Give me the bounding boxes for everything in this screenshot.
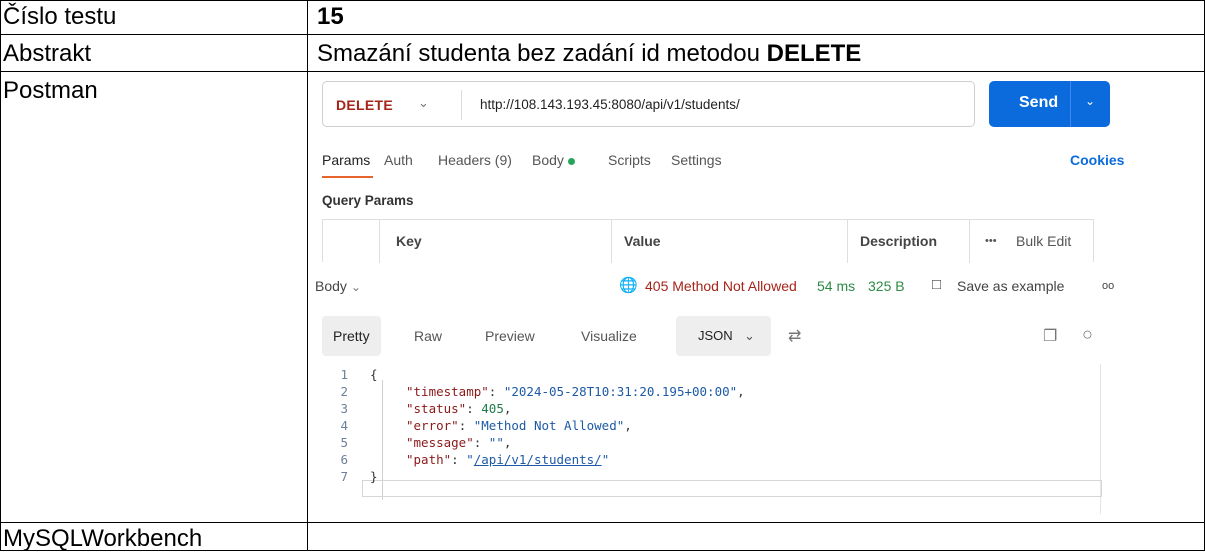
response-view-tabs: Pretty Raw Preview Visualize JSON ⌄ ⇄ ❐ ○ <box>322 316 1112 356</box>
tab-params[interactable]: Params <box>322 152 370 168</box>
json-key: "message" <box>406 435 474 450</box>
cookies-link[interactable]: Cookies <box>1070 152 1124 168</box>
line-number: 7 <box>340 469 348 484</box>
response-time[interactable]: 54 ms <box>817 278 855 294</box>
json-key: "error" <box>406 418 459 433</box>
tab-raw[interactable]: Raw <box>414 316 442 356</box>
column-divider <box>611 220 612 263</box>
path-link[interactable]: /api/v1/students/ <box>474 452 602 467</box>
abstract-text: Smazání studenta bez zadání id metodou <box>317 40 767 67</box>
abstract-method: DELETE <box>766 40 862 67</box>
column-divider <box>379 220 380 263</box>
column-header-value: Value <box>624 233 661 249</box>
send-button[interactable]: Send ⌄ <box>989 81 1110 127</box>
code-text: "timestamp": "2024-05-28T10:31:20.195+00… <box>406 384 745 399</box>
table-row-abstract: Abstrakt Smazání studenta bez zadání id … <box>0 35 1205 72</box>
body-label: Body <box>315 278 347 294</box>
format-select[interactable]: JSON ⌄ <box>676 316 771 356</box>
active-tab-indicator <box>322 176 373 178</box>
code-text: "error": "Method Not Allowed", <box>406 418 632 433</box>
divider <box>1070 81 1071 127</box>
query-params-title: Query Params <box>322 193 414 208</box>
url-input[interactable]: http://108.143.193.45:8080/api/v1/studen… <box>480 97 740 112</box>
table-row-test-number: Číslo testu 15 <box>0 0 1205 35</box>
line-number: 3 <box>340 401 348 416</box>
line-number: 5 <box>340 435 348 450</box>
response-body-code: 1 { 2 "timestamp": "2024-05-28T10:31:20.… <box>312 367 1204 522</box>
line-number: 2 <box>340 384 348 399</box>
globe-icon: 🌐 <box>619 277 638 294</box>
tab-body-label: Body <box>532 152 564 168</box>
json-key: "path" <box>406 452 452 467</box>
tab-visualize[interactable]: Visualize <box>581 316 637 356</box>
tab-pretty[interactable]: Pretty <box>322 316 381 356</box>
save-as-example-button[interactable]: Save as example <box>957 278 1064 294</box>
test-number-value: 15 <box>317 3 344 30</box>
json-key: "status" <box>406 401 467 416</box>
json-value: "2024-05-28T10:31:20.195+00:00" <box>503 384 738 399</box>
line-number: 1 <box>340 367 348 382</box>
search-icon[interactable]: ○ <box>1082 324 1093 345</box>
postman-screenshot: DELETE ⌄ http://108.143.193.45:8080/api/… <box>312 74 1204 522</box>
copy-icon[interactable]: ❐ <box>1043 326 1057 346</box>
json-value: "" <box>488 435 504 450</box>
save-icon[interactable]: □ <box>932 276 941 293</box>
status-dot-icon <box>567 157 575 165</box>
row-label: Postman <box>3 77 98 104</box>
code-line: 7 } <box>312 469 1204 486</box>
tab-preview[interactable]: Preview <box>485 316 535 356</box>
json-key: "timestamp" <box>406 384 489 399</box>
tab-settings[interactable]: Settings <box>671 152 722 168</box>
json-value: 405 <box>481 401 504 416</box>
chevron-down-icon: ⌄ <box>744 328 755 343</box>
chevron-down-icon: ⌄ <box>350 280 361 294</box>
divider <box>461 90 462 120</box>
row-label: MySQLWorkbench <box>3 525 203 552</box>
row-label: Číslo testu <box>3 3 117 30</box>
code-line: 6 "path": "/api/v1/students/" <box>312 452 1204 469</box>
code-line: 3 "status": 405, <box>312 401 1204 418</box>
chevron-down-icon[interactable]: ⌄ <box>418 95 429 111</box>
response-body-select[interactable]: Body ⌄ <box>315 278 361 294</box>
column-header-key: Key <box>396 233 422 249</box>
table-row-mysql: MySQLWorkbench <box>0 523 1205 552</box>
wrap-lines-icon[interactable]: ⇄ <box>788 326 801 346</box>
response-size[interactable]: 325 B <box>868 278 905 294</box>
response-status[interactable]: 405 Method Not Allowed <box>645 278 797 294</box>
line-number: 4 <box>340 418 348 433</box>
method-select[interactable]: DELETE <box>336 97 393 113</box>
row-label: Abstrakt <box>3 40 92 67</box>
code-line: 5 "message": "", <box>312 435 1204 452</box>
json-value: "Method Not Allowed" <box>473 418 625 433</box>
code-text: } <box>370 469 378 484</box>
code-text: "message": "", <box>406 435 512 450</box>
code-line: 1 { <box>312 367 1204 384</box>
tab-scripts[interactable]: Scripts <box>608 152 651 168</box>
code-text: "status": 405, <box>406 401 512 416</box>
tab-headers[interactable]: Headers (9) <box>438 152 512 168</box>
code-line: 4 "error": "Method Not Allowed", <box>312 418 1204 435</box>
code-line: 2 "timestamp": "2024-05-28T10:31:20.195+… <box>312 384 1204 401</box>
chevron-down-icon[interactable]: ⌄ <box>1085 94 1095 108</box>
code-text: "path": "/api/v1/students/" <box>406 452 610 467</box>
bulk-edit-button[interactable]: Bulk Edit <box>1016 233 1071 249</box>
line-number: 6 <box>340 452 348 467</box>
send-label: Send <box>1019 94 1059 111</box>
column-header-description: Description <box>860 233 938 249</box>
response-bar: Body ⌄ 🌐 405 Method Not Allowed 54 ms 32… <box>312 274 1204 298</box>
abstract-value: Smazání studenta bez zadání id metodou D… <box>317 41 861 67</box>
more-options-icon[interactable]: ••• <box>985 235 997 247</box>
request-url-bar[interactable]: DELETE ⌄ http://108.143.193.45:8080/api/… <box>322 81 975 127</box>
tab-body[interactable]: Body <box>532 152 575 168</box>
format-label: JSON <box>698 328 733 343</box>
tab-auth[interactable]: Auth <box>384 152 413 168</box>
more-options-icon[interactable]: oo <box>1102 280 1114 292</box>
query-params-table: Key Value Description ••• Bulk Edit <box>322 219 1094 263</box>
column-divider <box>969 220 970 263</box>
column-divider <box>847 220 848 263</box>
code-text: { <box>370 367 378 382</box>
